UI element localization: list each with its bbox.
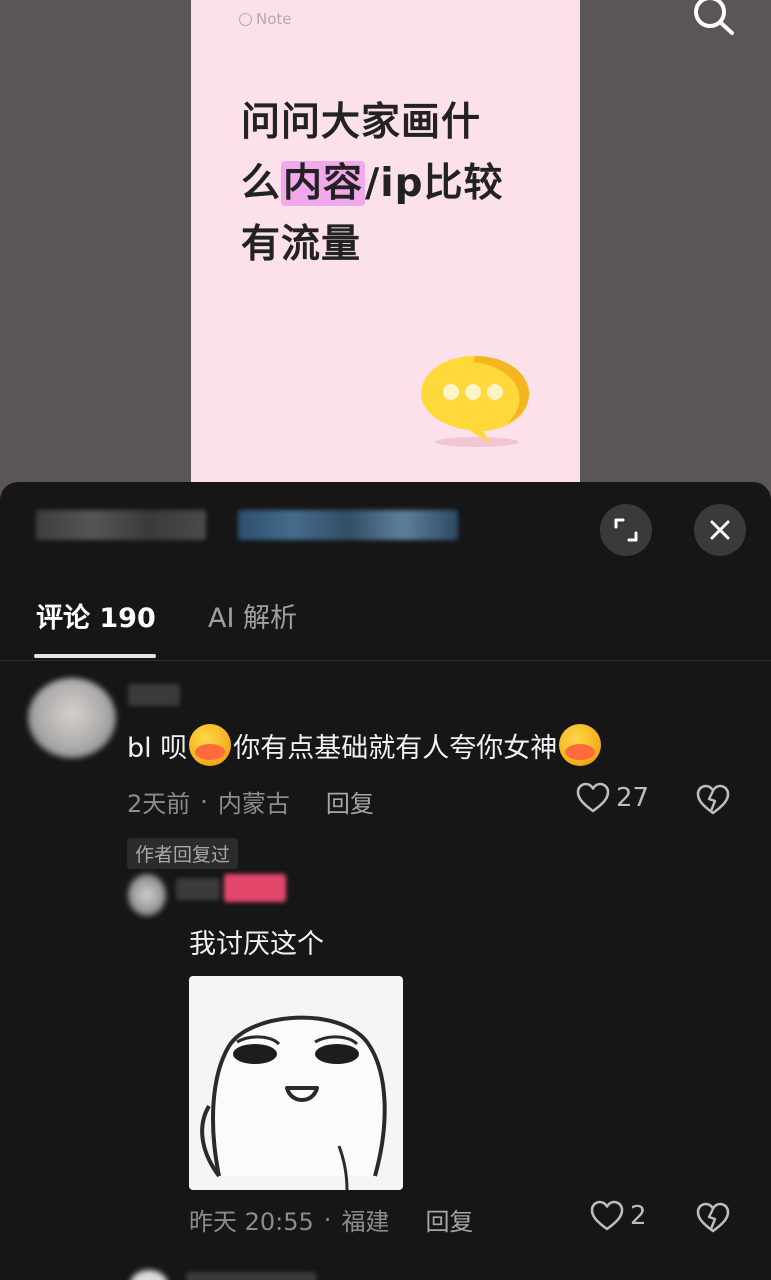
comment-text-part2: 你有点基础就有人夸你女神 bbox=[233, 732, 558, 764]
comment-location: 内蒙古 bbox=[217, 790, 290, 818]
like-count: 27 bbox=[616, 783, 650, 813]
reply-location: 福建 bbox=[341, 1208, 390, 1236]
next-comment-avatar[interactable] bbox=[130, 1270, 168, 1280]
meme-image[interactable] bbox=[189, 976, 403, 1190]
author-replied-badge: 作者回复过 bbox=[127, 838, 239, 869]
tab-comments[interactable]: 评论 190 bbox=[36, 596, 156, 635]
sheet-title-redacted bbox=[36, 510, 458, 540]
comment-tabs: 评论 190 AI 解析 bbox=[0, 590, 771, 661]
close-button[interactable] bbox=[694, 504, 746, 556]
duck-emoji-icon bbox=[559, 724, 602, 766]
chat-bubble-icon bbox=[421, 356, 529, 447]
search-icon[interactable] bbox=[688, 0, 738, 40]
reply-button[interactable]: 回复 bbox=[326, 784, 374, 819]
broken-heart-icon[interactable] bbox=[696, 1202, 730, 1234]
reply-time: 昨天 20:55 bbox=[189, 1208, 314, 1236]
reply-meta: 昨天 20:55 · 福建 回复 bbox=[189, 1202, 473, 1237]
redacted-topic-block bbox=[238, 510, 458, 540]
note-title: 问问大家画什 么内容/ip比较 有流量 bbox=[241, 92, 551, 275]
reply-reply-button[interactable]: 回复 bbox=[425, 1202, 473, 1237]
expand-button[interactable] bbox=[600, 504, 652, 556]
note-title-highlight: 内容 bbox=[281, 161, 366, 206]
next-comment-redacted bbox=[186, 1272, 316, 1280]
app-screen: Note 问问大家画什 么内容/ip比较 有流量 评论 190 AI 解析 bl… bbox=[0, 0, 771, 1280]
note-tag-label: Note bbox=[256, 10, 292, 28]
note-title-line1: 问问大家画什 bbox=[241, 100, 482, 145]
meta-separator: · bbox=[200, 787, 208, 816]
tab-ai-analysis[interactable]: AI 解析 bbox=[208, 596, 297, 635]
reply-like-count: 2 bbox=[630, 1201, 647, 1231]
heart-icon bbox=[576, 782, 610, 813]
note-ring-icon bbox=[239, 12, 252, 26]
note-title-line3: 有流量 bbox=[241, 222, 362, 267]
meme-face-drawing bbox=[200, 1015, 387, 1190]
note-card[interactable]: Note 问问大家画什 么内容/ip比较 有流量 bbox=[191, 0, 580, 490]
note-tag: Note bbox=[239, 10, 292, 28]
avatar[interactable] bbox=[28, 678, 116, 758]
broken-heart-icon[interactable] bbox=[696, 784, 730, 816]
note-title-line2: 么内容/ip比较 bbox=[241, 153, 551, 214]
comment-time: 2天前 bbox=[127, 790, 191, 818]
active-tab-indicator bbox=[34, 654, 156, 658]
username-redacted[interactable] bbox=[128, 684, 180, 706]
note-title-line2-pre: 么 bbox=[241, 161, 282, 206]
comment-body: bl 呗 你有点基础就有人夸你女神 bbox=[127, 724, 603, 766]
close-icon bbox=[710, 520, 730, 540]
comment-text-part1: bl 呗 bbox=[127, 732, 188, 764]
reply-username-redacted[interactable] bbox=[176, 878, 220, 900]
duck-emoji-icon bbox=[189, 724, 232, 766]
reply-text: 我讨厌这个 bbox=[189, 929, 324, 960]
heart-icon bbox=[590, 1200, 624, 1231]
meta-separator: · bbox=[323, 1205, 332, 1234]
reply-author-badge-redacted bbox=[224, 874, 286, 902]
reply-avatar[interactable] bbox=[128, 874, 166, 916]
redacted-title-block bbox=[36, 510, 206, 540]
comment-sheet: 评论 190 AI 解析 bl 呗 你有点基础就有人夸你女神 2天前 · 内蒙古… bbox=[0, 482, 771, 1280]
like-button[interactable]: 27 bbox=[576, 782, 649, 814]
comment-meta: 2天前 · 内蒙古 回复 bbox=[127, 784, 374, 819]
note-title-line2-post: /ip比较 bbox=[365, 161, 504, 206]
reply-like-button[interactable]: 2 bbox=[590, 1200, 647, 1232]
expand-icon bbox=[614, 518, 638, 542]
